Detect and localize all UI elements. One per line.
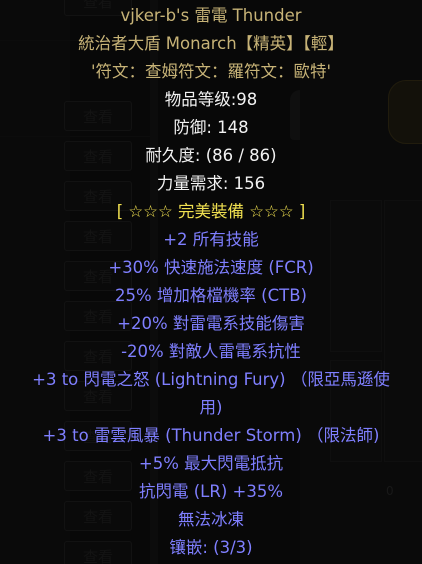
mod-line: +30% 快速施法速度 (FCR) (108, 258, 314, 277)
item-name: vjker-b's 雷電 Thunder (120, 6, 302, 25)
mod-line: +3 to 閃電之怒 (Lightning Fury) （限亞馬遜使 (32, 370, 390, 389)
mod-line: +3 to 雷雲風暴 (Thunder Storm) （限法師) (42, 426, 380, 445)
defense-value: 防御: 148 (173, 118, 249, 137)
mod-line: 無法冰凍 (178, 510, 244, 529)
item-tooltip: vjker-b's 雷電 Thunder 統治者大盾 Monarch【精英】【輕… (0, 0, 422, 564)
durability-value: 耐久度: (86 / 86) (145, 146, 277, 165)
strength-requirement: 力量需求: 156 (156, 174, 266, 193)
mod-line: -20% 對敵人雷電系抗性 (121, 342, 301, 361)
mod-line: +2 所有技能 (163, 230, 259, 249)
item-level: 物品等级:98 (164, 90, 258, 109)
mod-line: 抗閃電 (LR) +35% (138, 482, 284, 501)
item-base-type: 統治者大盾 Monarch【精英】【輕】 (78, 34, 344, 53)
quality-label: [ ☆☆☆ 完美裝備 ☆☆☆ ] (116, 202, 306, 221)
mod-line: +5% 最大閃電抵抗 (138, 454, 284, 473)
runeword-runes: '符文：查姆符文：羅符文：歐特' (90, 62, 332, 81)
socket-count: 镶嵌: (3/3) (169, 538, 253, 557)
mod-line: 25% 增加格檔機率 (CTB) (115, 286, 307, 305)
mod-line: 用) (199, 398, 223, 417)
mod-line: +20% 對雷電系技能傷害 (117, 314, 305, 333)
